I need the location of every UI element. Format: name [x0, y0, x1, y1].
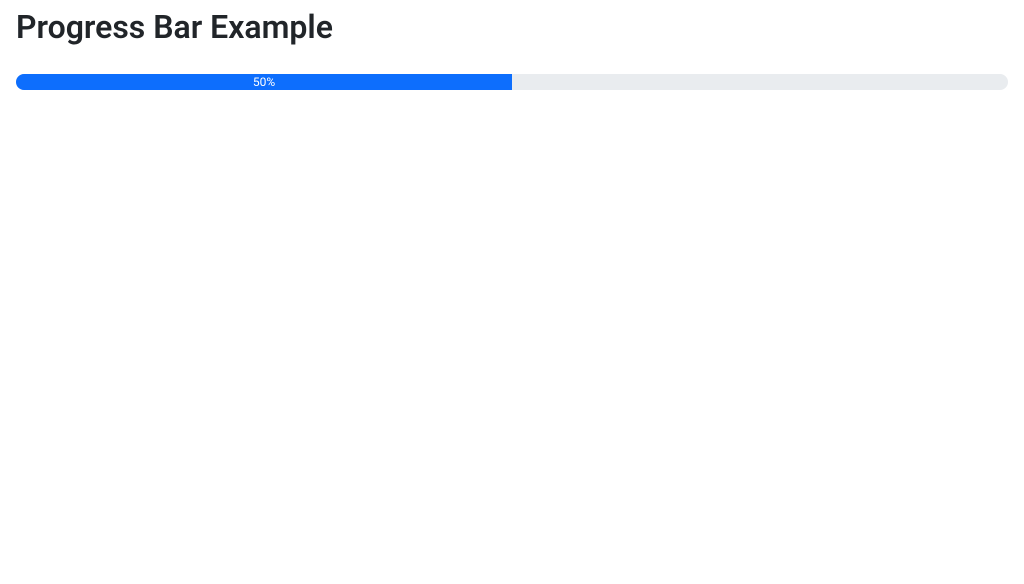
progress-bar: 50%	[16, 74, 512, 90]
page-title: Progress Bar Example	[16, 8, 1008, 46]
progress-track: 50%	[16, 74, 1008, 90]
progress-label: 50%	[253, 75, 275, 89]
